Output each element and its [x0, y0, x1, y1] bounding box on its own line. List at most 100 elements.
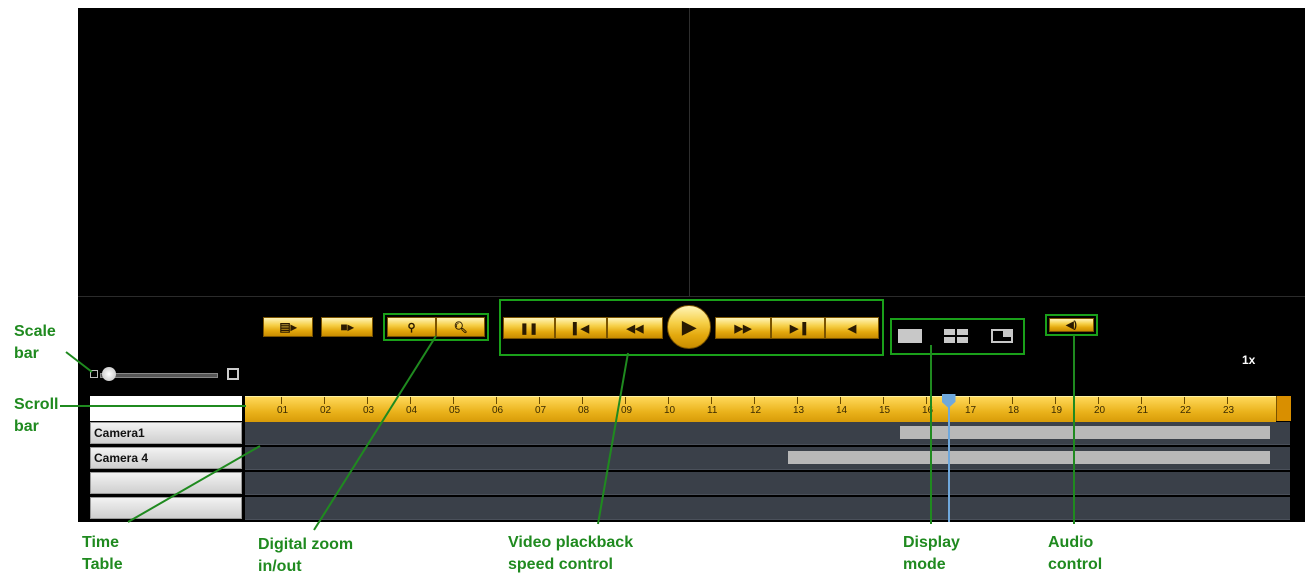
scroll-bar-annotation: Scroll bar: [14, 396, 59, 435]
hour-label: 09: [621, 405, 633, 416]
control-bar: ▤▸ ■▸ ⚲ 🔍︎ ❚❚ ▌◀ ◀◀ ▶ ▶▶ ▶▐ ◀ ◀) 1x: [78, 296, 1305, 393]
next-button[interactable]: ▶▐: [771, 317, 825, 339]
scale-min-icon: [90, 370, 98, 378]
speed-indicator: 1x: [1242, 353, 1256, 367]
rewind-button[interactable]: ◀◀: [607, 317, 663, 339]
playback-speed-annotation: Video plackback speed control: [508, 534, 634, 573]
playhead-cursor[interactable]: [947, 396, 950, 522]
hour-tick: [797, 397, 798, 404]
hour-label: 16: [922, 405, 934, 416]
camera-track[interactable]: [245, 422, 1290, 445]
fast-forward-button[interactable]: ▶▶: [715, 317, 771, 339]
zoom-out-icon: ⚲: [407, 321, 416, 334]
camera-track[interactable]: [245, 497, 1290, 520]
time-table-annotation: Time Table: [82, 534, 123, 573]
snapshot-folder-button[interactable]: ■▸: [321, 317, 373, 337]
hour-label: 12: [750, 405, 762, 416]
hour-label: 22: [1180, 405, 1192, 416]
scale-bar-thumb[interactable]: [102, 367, 116, 381]
video-player: ▤▸ ■▸ ⚲ 🔍︎ ❚❚ ▌◀ ◀◀ ▶ ▶▶ ▶▐ ◀ ◀) 1x 01 0…: [78, 8, 1305, 522]
audio-control-annotation: Audio control: [1048, 534, 1103, 573]
hour-tick: [711, 397, 712, 404]
open-layout-button[interactable]: ▤▸: [263, 317, 313, 337]
hour-label: 05: [449, 405, 461, 416]
scale-bar-annotation: Scale bar: [14, 323, 56, 362]
hour-tick: [453, 397, 454, 404]
hour-label: 08: [578, 405, 590, 416]
camera-row-label[interactable]: Camera 4: [90, 447, 242, 469]
display-mode-annotation: Display mode: [903, 534, 960, 573]
camera-folder-icon: ■▸: [340, 320, 354, 334]
recording-segment[interactable]: [900, 426, 1270, 439]
audio-control-box: ◀): [1045, 314, 1098, 336]
quad-screen-icon[interactable]: [944, 329, 968, 343]
camera-track[interactable]: [245, 447, 1290, 470]
hour-tick: [281, 397, 282, 404]
hour-label: 02: [320, 405, 332, 416]
recording-segment[interactable]: [788, 451, 1270, 464]
hour-tick: [539, 397, 540, 404]
reverse-button[interactable]: ◀: [825, 317, 879, 339]
skip-back-icon: ▌◀: [572, 322, 590, 335]
digital-zoom-group: ⚲ 🔍︎: [383, 313, 489, 341]
hour-label: 21: [1137, 405, 1149, 416]
single-screen-icon[interactable]: [898, 329, 922, 343]
hour-label: 10: [664, 405, 676, 416]
scroll-bar-header[interactable]: [90, 396, 242, 421]
hour-label: 14: [836, 405, 848, 416]
hour-tick: [582, 397, 583, 404]
hour-tick: [625, 397, 626, 404]
hour-tick: [1012, 397, 1013, 404]
hour-label: 04: [406, 405, 418, 416]
hour-tick: [410, 397, 411, 404]
playback-speed-group: ❚❚ ▌◀ ◀◀ ▶ ▶▶ ▶▐ ◀: [499, 299, 884, 356]
play-button[interactable]: ▶: [667, 305, 711, 349]
hour-label: 11: [707, 405, 718, 416]
scale-max-icon: [227, 368, 239, 380]
hour-tick: [496, 397, 497, 404]
hour-tick: [883, 397, 884, 404]
hour-label: 23: [1223, 405, 1235, 416]
hour-label: 19: [1051, 405, 1063, 416]
pause-button[interactable]: ❚❚: [503, 317, 555, 339]
hour-label: 20: [1094, 405, 1106, 416]
hour-tick: [1098, 397, 1099, 404]
zoom-in-icon: 🔍︎: [453, 321, 468, 334]
hour-tick: [367, 397, 368, 404]
hour-label: 15: [879, 405, 891, 416]
audio-button[interactable]: ◀): [1049, 318, 1094, 332]
picture-in-picture-icon[interactable]: [991, 329, 1013, 343]
scale-bar-track[interactable]: [100, 373, 218, 378]
video-pane-right[interactable]: [690, 8, 1305, 296]
hour-tick: [754, 397, 755, 404]
previous-button[interactable]: ▌◀: [555, 317, 607, 339]
fast-forward-icon: ▶▶: [734, 322, 752, 335]
hour-tick: [1184, 397, 1185, 404]
camera-row-label[interactable]: [90, 472, 242, 494]
hour-tick: [926, 397, 927, 404]
layout-folder-icon: ▤▸: [279, 320, 297, 334]
hour-tick: [840, 397, 841, 404]
camera-row-label[interactable]: [90, 497, 242, 519]
hour-tick: [1055, 397, 1056, 404]
zoom-out-button[interactable]: ⚲: [387, 317, 436, 337]
display-mode-group: [890, 318, 1025, 355]
hour-tick: [1227, 397, 1228, 404]
hour-label: 18: [1008, 405, 1020, 416]
hour-label: 13: [793, 405, 805, 416]
camera-row-label[interactable]: Camera1: [90, 422, 242, 444]
hour-tick: [668, 397, 669, 404]
video-pane-left[interactable]: [78, 8, 690, 296]
hour-label: 01: [277, 405, 289, 416]
digital-zoom-annotation: Digital zoom in/out: [258, 536, 354, 575]
zoom-in-button[interactable]: 🔍︎: [436, 317, 485, 337]
pause-icon: ❚❚: [519, 322, 539, 335]
camera-track[interactable]: [245, 472, 1290, 495]
hour-label: 06: [492, 405, 504, 416]
step-back-icon: ◀: [847, 322, 857, 335]
hour-tick: [1141, 397, 1142, 404]
time-ruler[interactable]: 01 02 03 04 05 06 07 08 09 10 11 12 13 14 15 16 17 18 19 20…: [245, 396, 1276, 422]
rewind-icon: ◀◀: [626, 322, 644, 335]
skip-forward-icon: ▶▐: [789, 322, 807, 335]
time-ruler-end: [1276, 396, 1291, 421]
